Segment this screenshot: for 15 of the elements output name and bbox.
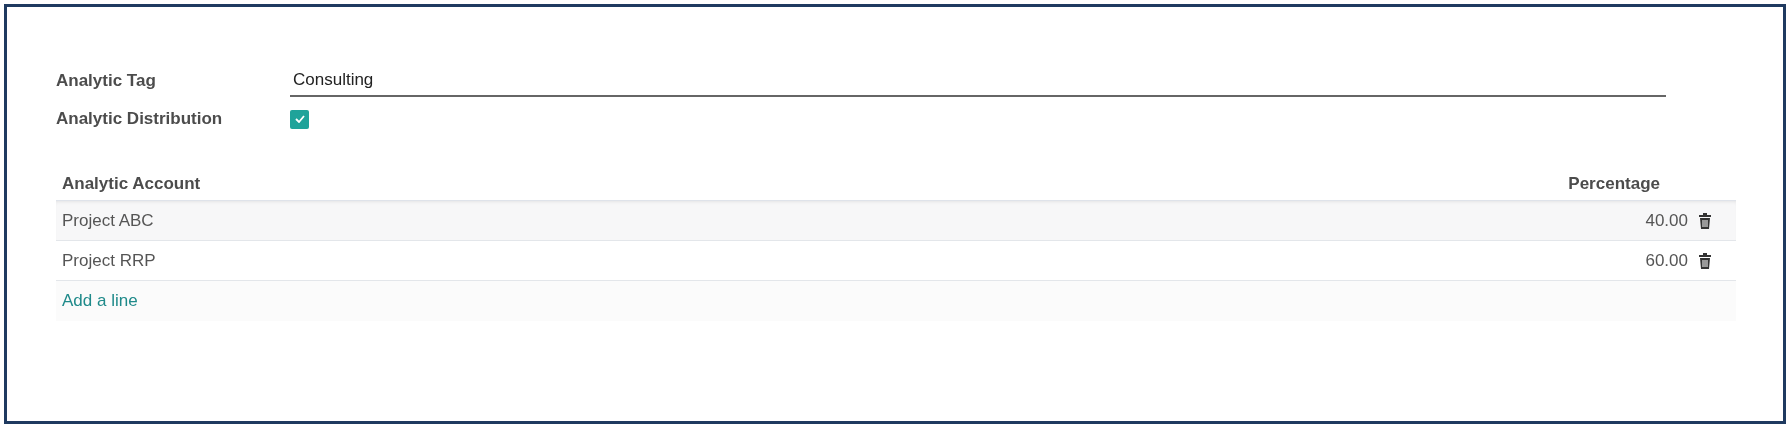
column-header: Analytic Account [62, 173, 201, 194]
add-line-link[interactable]: Add a line [62, 291, 138, 311]
table-cell: 60.00 [1645, 250, 1688, 271]
table-cell: 40.00 [1645, 210, 1688, 231]
check-icon [294, 115, 305, 123]
field-label: Analytic Distribution [56, 109, 224, 129]
checkbox[interactable] [290, 109, 309, 129]
trash-icon[interactable] [1698, 252, 1712, 269]
table-row[interactable]: Project ABC 40.00 [56, 201, 1736, 241]
field-label: Analytic Tag [56, 71, 157, 91]
trash-icon[interactable] [1698, 212, 1712, 229]
table-cell: Project RRP [62, 250, 156, 271]
column-header: Percentage [1568, 173, 1660, 194]
tag-field[interactable]: Consulting [290, 65, 1666, 97]
table-cell: Project ABC [62, 210, 154, 231]
